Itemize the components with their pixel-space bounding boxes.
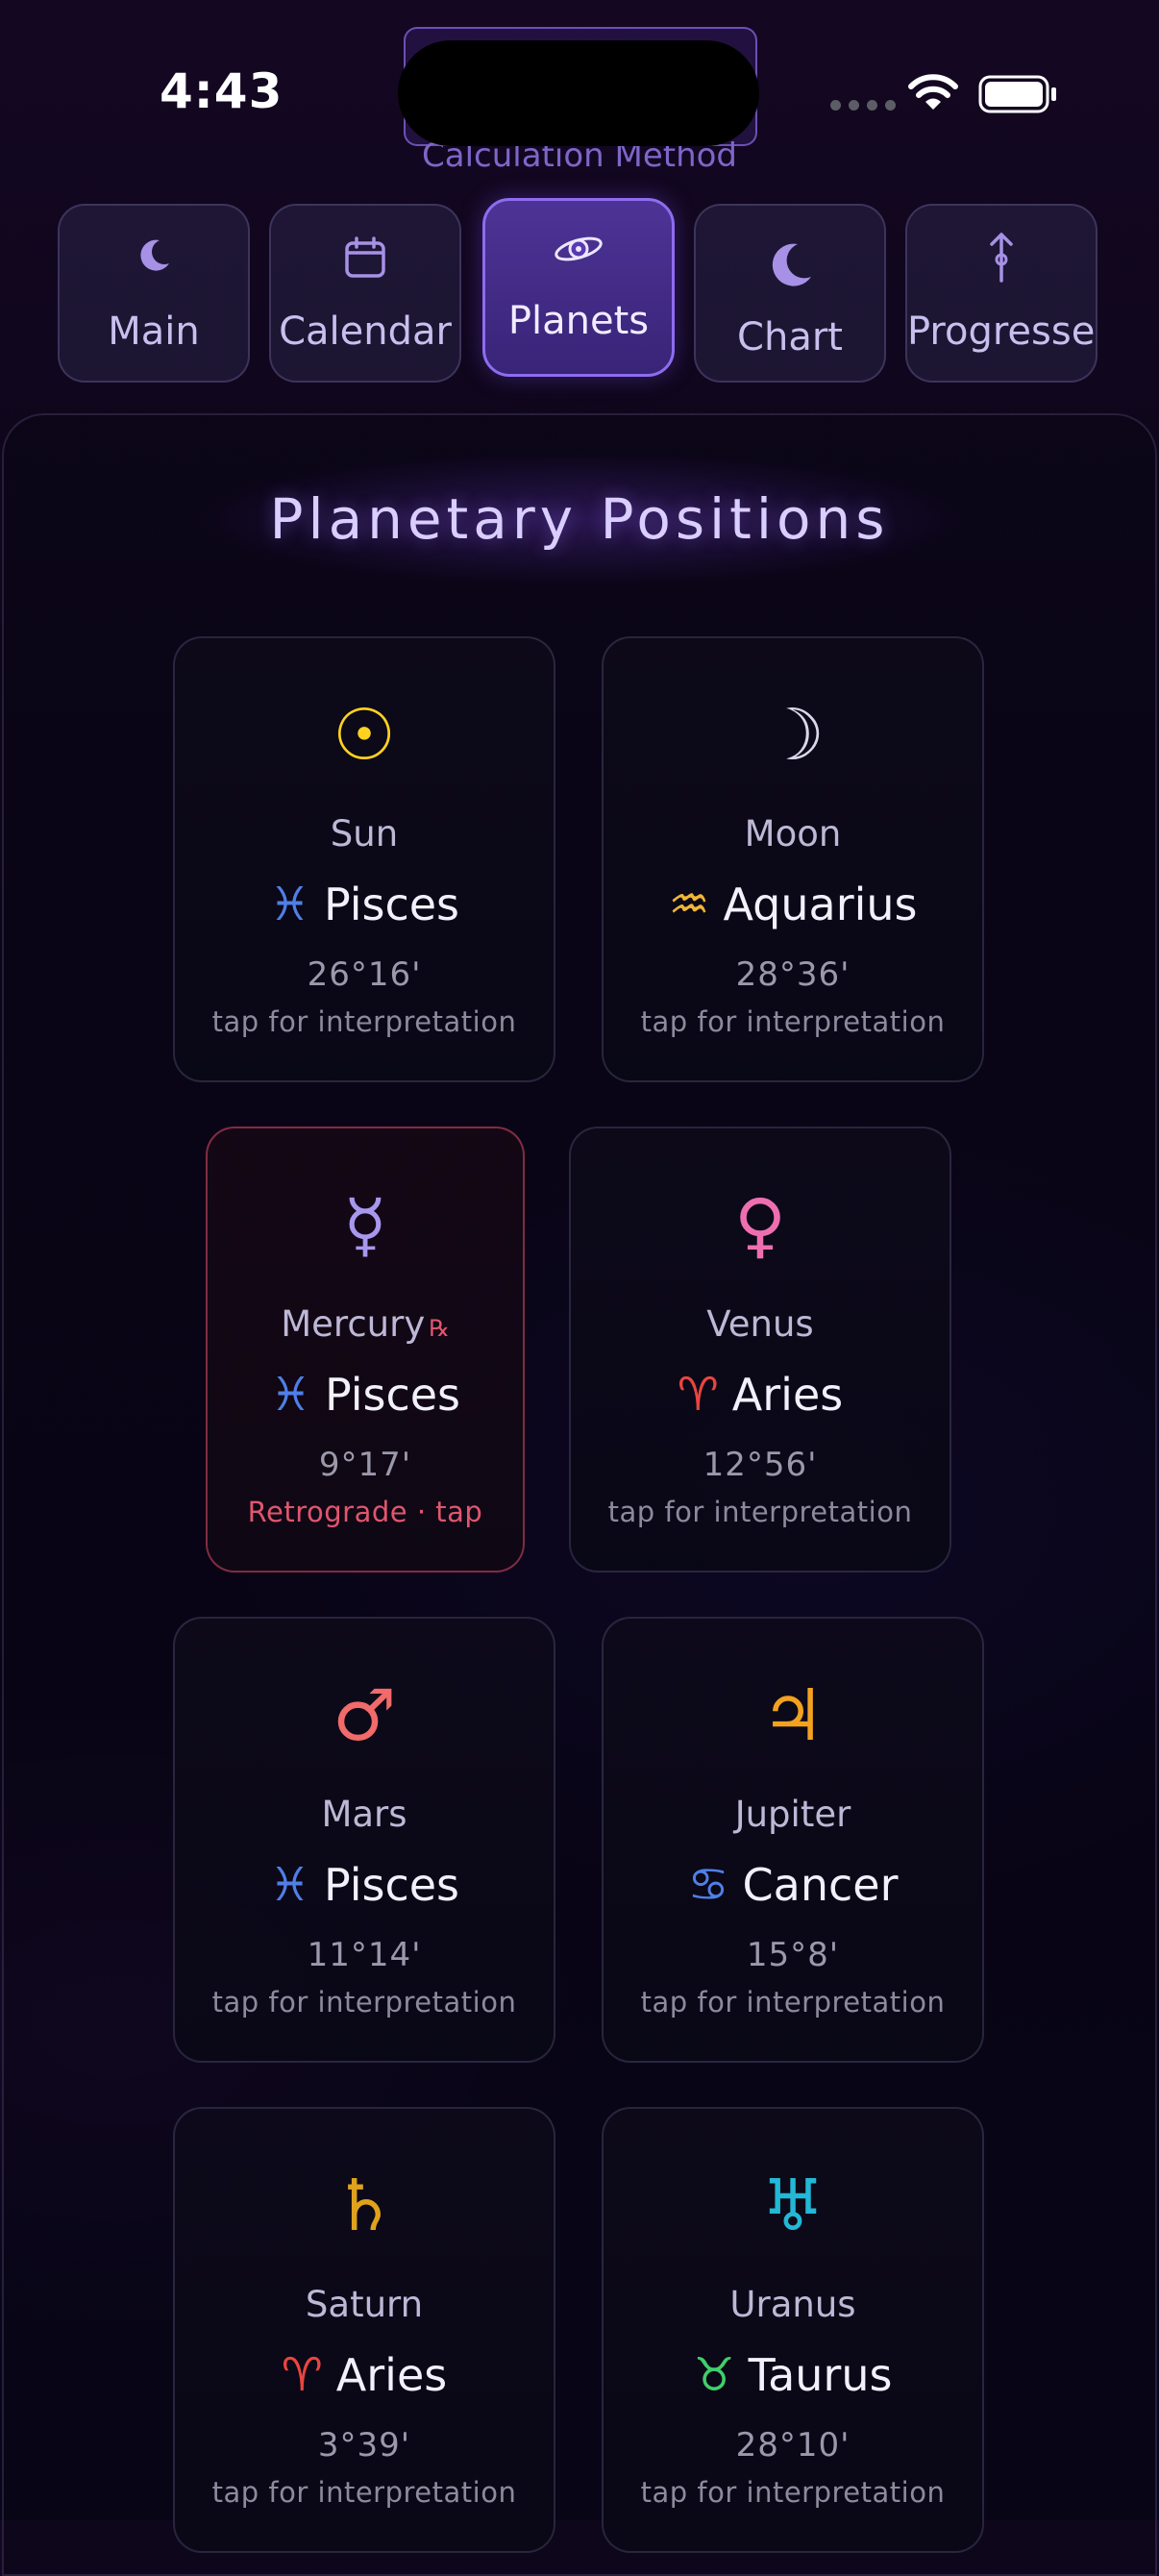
mercury-icon: ☿ xyxy=(343,1184,387,1267)
degree-value: 11°14' xyxy=(307,1936,422,1974)
aries-icon: ♈ xyxy=(281,2348,323,2402)
degree-value: 28°10' xyxy=(735,2426,851,2465)
sign-name: Aries xyxy=(731,1369,844,1421)
planet-name: Moon xyxy=(744,813,842,855)
taurus-icon: ♉ xyxy=(693,2348,735,2402)
battery-icon xyxy=(978,75,1059,117)
planet-card-mars[interactable]: ♂ Mars ♓ Pisces 11°14' tap for interpret… xyxy=(173,1617,555,2063)
sign-row: ♋ Cancer xyxy=(604,1859,982,1911)
degree-value: 28°36' xyxy=(735,955,851,994)
cellular-signal-icon xyxy=(830,100,896,111)
uranus-icon: ♅ xyxy=(760,2165,826,2247)
sign-name: Pisces xyxy=(323,1859,460,1911)
moon-icon xyxy=(696,238,884,292)
planet-name: Uranus xyxy=(729,2284,856,2325)
dynamic-island xyxy=(398,40,759,146)
tab-label: Progressed xyxy=(907,310,1096,354)
planet-icon xyxy=(485,230,672,268)
sign-row: ♈ Aries xyxy=(175,2349,554,2401)
progression-arrow-icon xyxy=(907,229,1096,285)
sign-row: ♈ Aries xyxy=(571,1369,949,1421)
planet-name: Saturn xyxy=(305,2284,424,2325)
planet-card-sun[interactable]: ☉ Sun ♓ Pisces 26°16' tap for interpreta… xyxy=(173,636,555,1082)
interpretation-hint: tap for interpretation xyxy=(640,1986,946,2019)
degree-value: 15°8' xyxy=(746,1936,840,1974)
tab-label: Planets xyxy=(507,299,650,343)
sign-name: Taurus xyxy=(748,2349,893,2401)
tab-chart[interactable]: Chart xyxy=(694,204,886,383)
tab-label: Calendar xyxy=(279,310,452,354)
sign-name: Aquarius xyxy=(723,879,918,930)
interpretation-hint: tap for interpretation xyxy=(211,1005,517,1038)
aries-icon: ♈ xyxy=(677,1368,719,1422)
sun-icon: ☉ xyxy=(332,694,397,777)
planet-card-moon[interactable]: ☽ Moon ♒ Aquarius 28°36' tap for interpr… xyxy=(602,636,984,1082)
pisces-icon: ♓ xyxy=(268,878,310,931)
tab-progressed[interactable]: Progressed xyxy=(905,204,1097,383)
sign-row: ♉ Taurus xyxy=(604,2349,982,2401)
interpretation-hint: tap for interpretation xyxy=(607,1496,913,1528)
tab-main[interactable]: Main xyxy=(58,204,250,383)
interpretation-hint: tap for interpretation xyxy=(211,2476,517,2509)
sign-name: Aries xyxy=(335,2349,448,2401)
wifi-icon xyxy=(907,73,959,115)
mars-icon: ♂ xyxy=(332,1674,397,1757)
tab-label: Main xyxy=(108,310,200,354)
venus-icon: ♀ xyxy=(733,1184,787,1267)
sign-name: Pisces xyxy=(324,1369,461,1421)
planet-card-mercury[interactable]: ☿ Mercury ℞ ♓ Pisces 9°17' Retrograde · t… xyxy=(206,1127,525,1573)
planet-name-text: Mercury xyxy=(281,1303,426,1345)
status-time: 4:43 xyxy=(160,63,284,119)
interpretation-hint: tap for interpretation xyxy=(640,2476,946,2509)
tab-label: Chart xyxy=(737,315,843,359)
pisces-icon: ♓ xyxy=(269,1368,311,1422)
sign-row: ♓ Pisces xyxy=(208,1369,523,1421)
calendar-icon xyxy=(271,235,459,281)
planet-name: Mars xyxy=(321,1794,407,1835)
sign-row: ♓ Pisces xyxy=(175,879,554,930)
planet-card-jupiter[interactable]: ♃ Jupiter ♋ Cancer 15°8' tap for interpr… xyxy=(602,1617,984,2063)
planet-card-venus[interactable]: ♀ Venus ♈ Aries 12°56' tap for interpret… xyxy=(569,1127,951,1573)
degree-value: 12°56' xyxy=(703,1446,818,1484)
moon-icon: ☽ xyxy=(760,694,826,777)
degree-value: 26°16' xyxy=(307,955,422,994)
interpretation-hint: tap for interpretation xyxy=(211,1986,517,2019)
planet-name: Venus xyxy=(706,1303,814,1345)
retrograde-hint: Retrograde · tap xyxy=(247,1496,483,1528)
moon-icon xyxy=(60,235,248,277)
jupiter-icon: ♃ xyxy=(760,1674,826,1757)
planet-card-uranus[interactable]: ♅ Uranus ♉ Taurus 28°10' tap for interpr… xyxy=(602,2107,984,2553)
cancer-icon: ♋ xyxy=(687,1858,729,1912)
degree-value: 9°17' xyxy=(318,1446,412,1484)
sign-row: ♒ Aquarius xyxy=(604,879,982,930)
retrograde-icon: ℞ xyxy=(429,1315,450,1342)
sign-name: Pisces xyxy=(323,879,460,930)
aquarius-icon: ♒ xyxy=(668,878,710,931)
page-title: Planetary Positions xyxy=(269,486,890,552)
planet-name: Sun xyxy=(330,813,399,855)
interpretation-hint: tap for interpretation xyxy=(640,1005,946,1038)
tab-calendar[interactable]: Calendar xyxy=(269,204,461,383)
tab-planets[interactable]: Planets xyxy=(482,198,675,377)
planet-name: Jupiter xyxy=(734,1794,851,1835)
sign-name: Cancer xyxy=(742,1859,899,1911)
pisces-icon: ♓ xyxy=(268,1858,310,1912)
sign-row: ♓ Pisces xyxy=(175,1859,554,1911)
degree-value: 3°39' xyxy=(317,2426,411,2465)
planet-name: Mercury ℞ xyxy=(208,1303,523,1345)
planet-card-saturn[interactable]: ♄ Saturn ♈ Aries 3°39' tap for interpret… xyxy=(173,2107,555,2553)
saturn-icon: ♄ xyxy=(332,2165,397,2247)
